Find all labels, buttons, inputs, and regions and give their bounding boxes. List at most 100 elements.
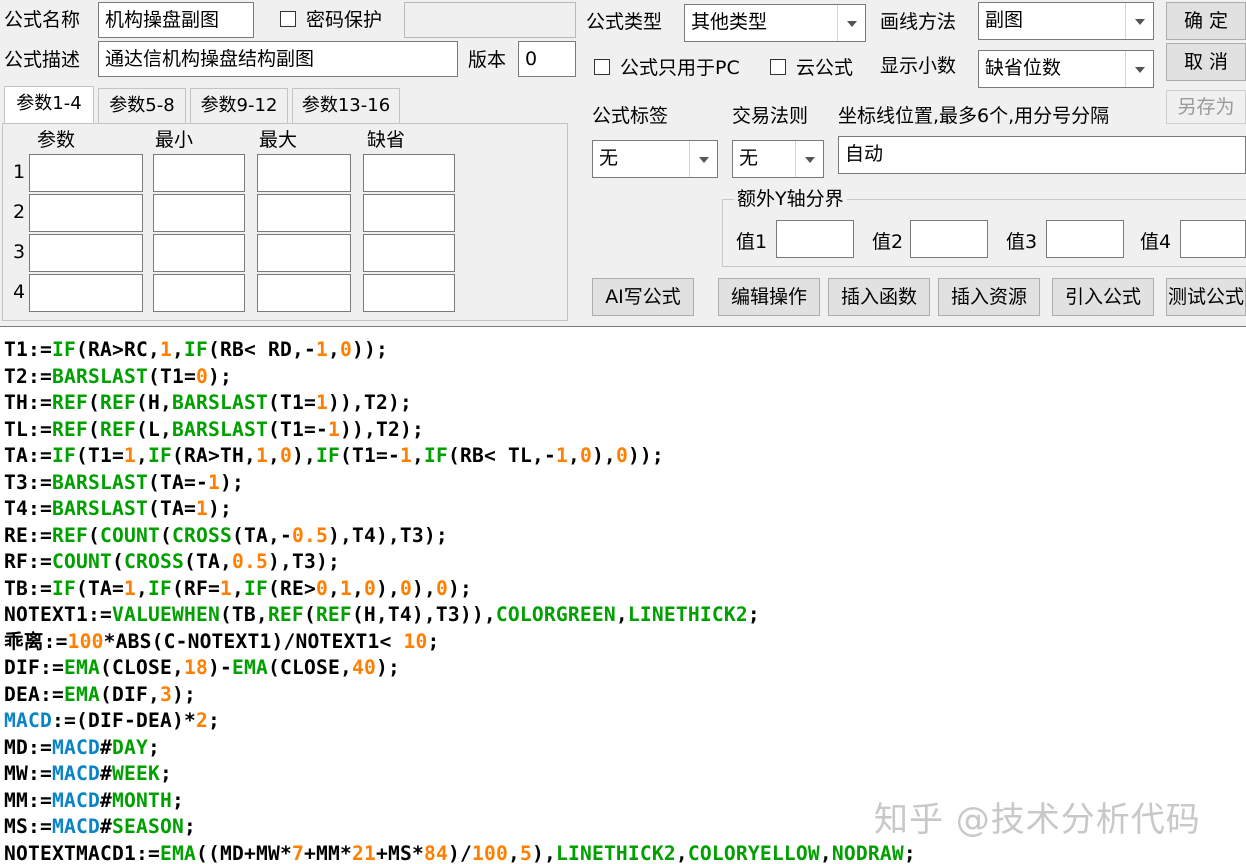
param-1-max-input[interactable]: [257, 154, 351, 192]
value-4-input[interactable]: [1180, 220, 1246, 258]
value-1-input[interactable]: [776, 220, 854, 258]
code-line: NOTEXT1:=VALUEWHEN(TB,REF(REF(H,T4),T3))…: [4, 603, 760, 626]
code-line: MD:=MACD#DAY;: [4, 735, 160, 759]
password-input[interactable]: [404, 2, 576, 38]
formula-name-input[interactable]: 机构操盘副图: [98, 2, 254, 38]
code-line: T1:=IF(RA>RC,1,IF(RB< RD,-1,0));: [4, 338, 388, 361]
param-3-max-input[interactable]: [257, 234, 351, 272]
param-2-default-input[interactable]: [363, 194, 455, 232]
code-line: T2:=BARSLAST(T1=0);: [4, 364, 232, 388]
value-2-input[interactable]: [910, 220, 988, 258]
formula-desc-label: 公式描述: [4, 49, 81, 71]
value-2-label: 值2: [872, 231, 904, 253]
param-1-default-input[interactable]: [363, 154, 455, 192]
code-line: TA:=IF(T1=1,IF(RA>TH,1,0),IF(T1=-1,IF(RB…: [4, 444, 664, 467]
formula-desc-input[interactable]: 通达信机构操盘结构副图: [98, 41, 458, 77]
watermark: 知乎 @技术分析代码: [874, 800, 1201, 840]
param-2-min-input[interactable]: [153, 194, 245, 232]
pc-only-label: 公式只用于PC: [620, 57, 740, 79]
extra-y-axis-title: 额外Y轴分界: [734, 187, 847, 211]
code-line: NOTEXTMACD1:=EMA((MD+MW*7+MM*21+MS*84)/1…: [4, 841, 916, 864]
formula-tag-label: 公式标签: [592, 105, 669, 127]
decimal-label: 显示小数: [880, 55, 957, 77]
param-header-max: 最大: [259, 129, 298, 151]
chevron-down-icon: [837, 5, 865, 41]
param-4-name-input[interactable]: [29, 274, 143, 312]
param-3-name-input[interactable]: [29, 234, 143, 272]
test-formula-button[interactable]: 测试公式: [1166, 278, 1246, 316]
param-row-number: 4: [13, 281, 26, 303]
axis-line-label: 坐标线位置,最多6个,用分号分隔: [838, 105, 1110, 127]
trade-rule-value: 无: [739, 147, 759, 169]
draw-method-select[interactable]: 副图: [978, 2, 1154, 40]
tab-params-5-8[interactable]: 参数5-8: [98, 88, 186, 123]
draw-method-value: 副图: [985, 9, 1024, 31]
code-line: TB:=IF(TA=1,IF(RF=1,IF(RE>0,1,0),0),0);: [4, 576, 472, 600]
value-1-label: 值1: [736, 231, 768, 253]
tab-params-13-16[interactable]: 参数13-16: [292, 88, 400, 123]
param-3-min-input[interactable]: [153, 234, 245, 272]
axis-line-input[interactable]: 自动: [838, 136, 1246, 174]
password-label: 密码保护: [306, 9, 383, 31]
formula-type-select[interactable]: 其他类型: [684, 4, 866, 42]
code-line: TL:=REF(REF(L,BARSLAST(T1=-1)),T2);: [4, 417, 424, 441]
param-4-default-input[interactable]: [363, 274, 455, 312]
import-formula-button[interactable]: 引入公式: [1052, 278, 1154, 316]
param-2-max-input[interactable]: [257, 194, 351, 232]
save-as-button[interactable]: 另存为: [1166, 90, 1246, 124]
version-input[interactable]: 0: [518, 41, 576, 77]
insert-resource-button[interactable]: 插入资源: [938, 278, 1040, 316]
code-line: MW:=MACD#WEEK;: [4, 762, 172, 785]
formula-tag-value: 无: [599, 147, 619, 169]
ai-write-formula-button[interactable]: AI写公式: [592, 278, 694, 316]
decimal-select[interactable]: 缺省位数: [978, 50, 1154, 88]
param-1-min-input[interactable]: [153, 154, 245, 192]
code-line: TH:=REF(REF(H,BARSLAST(T1=1)),T2);: [4, 391, 412, 414]
formula-name-label: 公式名称: [4, 9, 81, 31]
param-3-default-input[interactable]: [363, 234, 455, 272]
chevron-down-icon: [689, 141, 717, 177]
chevron-down-icon: [1125, 51, 1153, 87]
value-3-input[interactable]: [1046, 220, 1124, 258]
param-row-number: 2: [13, 201, 26, 223]
version-label: 版本: [468, 49, 507, 71]
cancel-button[interactable]: 取 消: [1166, 43, 1246, 81]
code-line: T3:=BARSLAST(TA=-1);: [4, 470, 244, 494]
param-row-number: 1: [13, 161, 26, 183]
formula-tag-select[interactable]: 无: [592, 140, 718, 178]
tab-params-1-4[interactable]: 参数1-4: [4, 86, 94, 124]
code-line: DEA:=EMA(DIF,3);: [4, 682, 196, 706]
value-3-label: 值3: [1006, 231, 1038, 253]
value-4-label: 值4: [1140, 231, 1172, 253]
code-line: RF:=COUNT(CROSS(TA,0.5),T3);: [4, 550, 340, 573]
formula-type-label: 公式类型: [586, 11, 663, 33]
param-header-name: 参数: [37, 129, 76, 151]
code-line: 乖离:=100*ABS(C-NOTEXT1)/NOTEXT1< 10;: [4, 629, 440, 653]
pc-only-checkbox[interactable]: [594, 59, 610, 75]
code-line: RE:=REF(COUNT(CROSS(TA,-0.5),T4),T3);: [4, 523, 448, 547]
cloud-formula-label: 云公式: [796, 57, 854, 79]
edit-operations-button[interactable]: 编辑操作: [718, 278, 820, 316]
chevron-down-icon: [795, 141, 823, 177]
param-4-max-input[interactable]: [257, 274, 351, 312]
insert-function-button[interactable]: 插入函数: [828, 278, 930, 316]
param-4-min-input[interactable]: [153, 274, 245, 312]
param-1-name-input[interactable]: [29, 154, 143, 192]
decimal-value: 缺省位数: [985, 57, 1062, 79]
formula-editor-window: 公式名称 机构操盘副图 密码保护 公式类型 其他类型 画线方法 副图 确 定 公…: [0, 0, 1246, 864]
trade-rule-label: 交易法则: [732, 105, 809, 127]
param-row-number: 3: [13, 241, 26, 263]
ok-button[interactable]: 确 定: [1166, 2, 1246, 40]
param-header-default: 缺省: [367, 129, 406, 151]
tab-params-9-12[interactable]: 参数9-12: [190, 88, 288, 123]
password-checkbox[interactable]: [280, 11, 296, 27]
code-editor[interactable]: T1:=IF(RA>RC,1,IF(RB< RD,-1,0)); T2:=BARS…: [0, 326, 1246, 864]
trade-rule-select[interactable]: 无: [732, 140, 824, 178]
param-2-name-input[interactable]: [29, 194, 143, 232]
code-line: T4:=BARSLAST(TA=1);: [4, 497, 232, 520]
code-line: DIF:=EMA(CLOSE,18)-EMA(CLOSE,40);: [4, 656, 400, 679]
draw-method-label: 画线方法: [880, 11, 957, 33]
param-panel: 参数 最小 最大 缺省 1 2 3 4: [2, 123, 568, 321]
cloud-formula-checkbox[interactable]: [770, 59, 786, 75]
code-line: MACD:=(DIF-DEA)*2;: [4, 709, 220, 732]
